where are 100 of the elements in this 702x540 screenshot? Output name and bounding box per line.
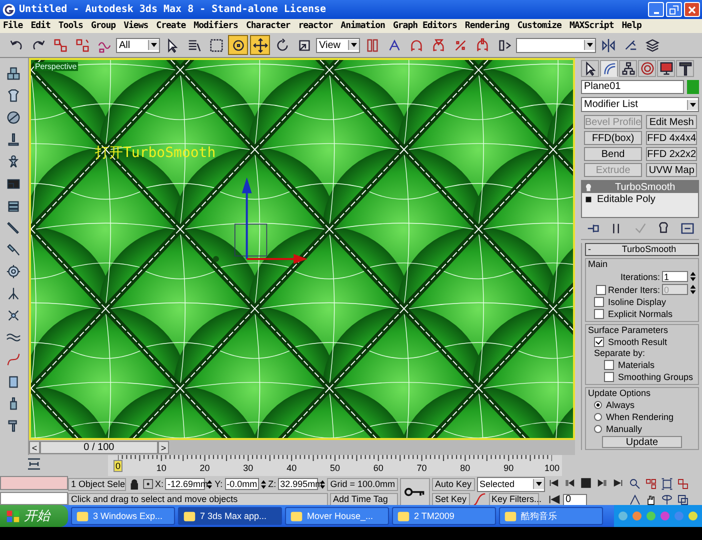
auto-key-button[interactable]: Auto Key [432, 478, 475, 490]
modifier-button[interactable]: FFD 4x4x4 [646, 131, 698, 145]
field-of-view-button[interactable] [628, 492, 643, 506]
menu-item[interactable]: Views [124, 21, 148, 31]
radio-button[interactable] [594, 401, 602, 409]
play-button[interactable] [578, 476, 594, 490]
taskbar-button[interactable]: 酷狗音乐 [499, 507, 603, 525]
key-mode-dropdown[interactable]: Selected [476, 476, 545, 492]
tangent-curve-icon[interactable] [472, 492, 487, 506]
checkbox[interactable] [604, 372, 614, 382]
figure-icon [6, 154, 22, 169]
track-bar[interactable]: 0 10 20 30 40 50 60 70 80 90 100 [108, 455, 562, 476]
minimize-button[interactable] [648, 2, 664, 17]
checkbox[interactable] [604, 360, 614, 370]
caret-icon [584, 40, 595, 50]
y-coordinate-field[interactable]: -0.0mm [224, 478, 260, 490]
menu-item[interactable]: Tools [58, 21, 83, 31]
start-button[interactable]: 开始 [0, 505, 68, 527]
previous-frame-button[interactable]: < [28, 441, 40, 454]
time-slider-thumb[interactable]: 0 / 100 [40, 441, 158, 454]
taskbar-button[interactable]: 7 3ds Max app... [178, 507, 282, 525]
menu-item[interactable]: Customize [517, 21, 562, 31]
menu-item[interactable]: MAXScript [569, 21, 614, 31]
close-button[interactable] [684, 2, 700, 17]
add-time-tag-button[interactable]: Add Time Tag [330, 492, 398, 506]
checkbox[interactable] [594, 297, 604, 307]
hierarchy-tab[interactable] [619, 60, 637, 77]
maximize-viewport-button[interactable] [676, 492, 691, 506]
checkbox-label: Explicit Normals [608, 309, 673, 319]
checkbox[interactable] [596, 284, 606, 294]
menu-item[interactable]: Rendering [464, 21, 510, 31]
radio-button[interactable] [594, 425, 602, 433]
menu-item[interactable]: Animation [340, 21, 385, 31]
radio-button[interactable] [594, 413, 602, 421]
separate-by-label: Separate by: [593, 348, 646, 359]
object-color-swatch[interactable] [687, 80, 699, 94]
key-mode-icon[interactable] [546, 492, 562, 507]
checkbox[interactable] [594, 337, 604, 347]
hierarchy-icon [620, 61, 636, 76]
object-name-field[interactable]: Plane01 [581, 80, 684, 94]
orbit-button[interactable] [660, 492, 675, 506]
cursor-arrow-tab[interactable] [581, 60, 599, 77]
script-input-field[interactable] [0, 492, 68, 506]
menu-item[interactable]: File [3, 21, 23, 31]
menu-item[interactable]: Create [156, 21, 186, 31]
viewport-label[interactable]: Perspective [34, 62, 78, 71]
absolute-mode-icon[interactable] [142, 478, 153, 490]
zoom-extents-icon [661, 478, 674, 490]
zoom-all-button[interactable] [644, 476, 659, 490]
update-button[interactable]: Update [602, 436, 682, 448]
modifier-button[interactable]: Edit Mesh [646, 115, 698, 129]
motion-circle-tab[interactable] [638, 60, 656, 77]
modifier-button[interactable]: Bend [584, 147, 642, 161]
taskbar-button[interactable]: 3 Windows Exp... [71, 507, 175, 525]
current-frame-field[interactable]: 0 [562, 494, 587, 506]
checkbox[interactable] [594, 309, 604, 319]
menu-item[interactable]: Graph Editors [392, 21, 457, 31]
modifier-button[interactable]: FFD(box) [584, 131, 642, 145]
frame-number: 30 [243, 463, 254, 473]
dropdown[interactable]: All [116, 38, 160, 52]
modifier-stack-item[interactable]: Editable Poly [582, 193, 698, 205]
script-listener-field[interactable] [0, 476, 68, 490]
modifier-list-dropdown[interactable]: Modifier List [581, 97, 699, 112]
modifier-stack-item[interactable]: TurboSmooth [582, 181, 698, 193]
menu-item[interactable]: Character [246, 21, 290, 31]
curve-editor-icon[interactable] [25, 456, 43, 472]
previous-frame-icon [564, 477, 576, 489]
curve-tab[interactable] [600, 60, 618, 77]
lock-icon[interactable] [128, 476, 141, 492]
configure-button[interactable] [679, 221, 695, 236]
checkbox-label: Render Iters: [608, 284, 660, 294]
move-arrows-tool-button[interactable] [250, 35, 270, 55]
set-key-button[interactable] [400, 478, 430, 506]
next-frame-button[interactable]: > [158, 441, 169, 454]
zoom-extents-all-button[interactable] [676, 476, 691, 490]
restore-button[interactable] [666, 2, 682, 17]
monitor-tab[interactable] [657, 60, 675, 77]
curve-icon [6, 352, 22, 367]
x-coordinate-field[interactable]: -12.69mm [165, 478, 206, 490]
dropdown[interactable]: View [316, 38, 360, 52]
zoom-extents-button[interactable] [660, 476, 675, 490]
menu-item[interactable]: reactor [298, 21, 333, 31]
menu-item[interactable]: Group [90, 21, 116, 31]
taskbar-button[interactable]: 2 TM2009 [392, 507, 496, 525]
menu-item[interactable]: Edit [30, 21, 50, 31]
menu-item[interactable]: Modifiers [194, 21, 238, 31]
modifier-button[interactable]: UVW Map [646, 163, 698, 177]
modifier-button[interactable]: FFD 2x2x2 [646, 147, 698, 161]
key-filters-button[interactable]: Key Filters... [488, 492, 539, 506]
rollout-header[interactable]: - TurboSmooth [585, 243, 699, 256]
hammer-tab[interactable] [676, 60, 694, 77]
dropdown[interactable] [516, 38, 596, 52]
taskbar-button[interactable]: Mover House_... [285, 507, 389, 525]
dotted-circle-tool-button[interactable] [228, 35, 248, 55]
set-key-mode-button[interactable]: Set Key [432, 492, 470, 506]
frame-number: 90 [504, 463, 514, 473]
menu-item[interactable]: Help [622, 21, 642, 31]
restore-icon [669, 4, 679, 14]
orbit-icon [661, 494, 674, 506]
iterations-spinner[interactable]: 1 [662, 271, 688, 282]
